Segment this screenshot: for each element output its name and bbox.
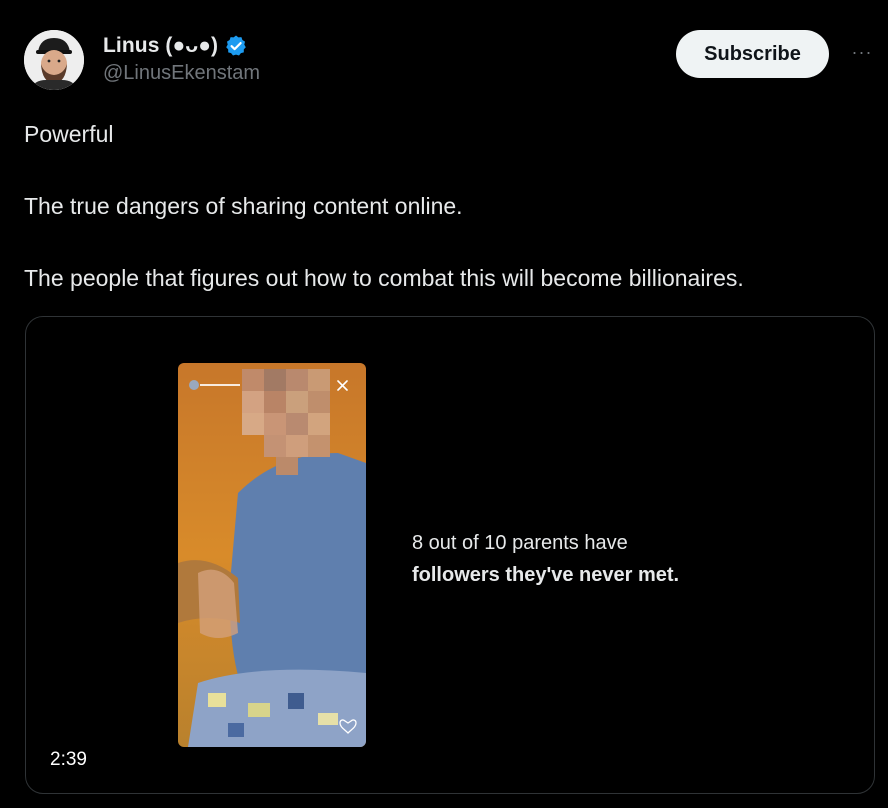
blurred-video-frame <box>178 363 366 747</box>
video-duration-badge: 2:39 <box>40 745 97 775</box>
tweet-paragraph: The true dangers of sharing content onli… <box>24 193 463 219</box>
subscribe-button[interactable]: Subscribe <box>676 30 829 78</box>
tweet-header: Linus (●ᴗ●) @LinusEkenstam Subscribe ··· <box>24 28 876 92</box>
avatar[interactable] <box>24 30 84 90</box>
name-row: Linus (●ᴗ●) <box>103 32 248 60</box>
video-player[interactable]: 8 out of 10 parents have followers they'… <box>25 316 875 794</box>
video-caption: 8 out of 10 parents have followers they'… <box>412 527 679 591</box>
more-horizontal-icon[interactable]: ··· <box>848 42 876 62</box>
video-caption-line1: 8 out of 10 parents have <box>412 532 628 554</box>
tweet-text: Powerful The true dangers of sharing con… <box>24 118 874 334</box>
video-thumbnail <box>178 363 366 747</box>
tweet-paragraph: Powerful <box>24 121 114 147</box>
verified-badge-icon[interactable] <box>224 34 248 58</box>
author-handle[interactable]: @LinusEkenstam <box>103 62 260 85</box>
tweet-paragraph: The people that figures out how to comba… <box>24 265 744 291</box>
video-caption-line2: followers they've never met. <box>412 564 680 586</box>
display-name[interactable]: Linus (●ᴗ●) <box>103 34 218 58</box>
avatar-image <box>24 30 84 90</box>
